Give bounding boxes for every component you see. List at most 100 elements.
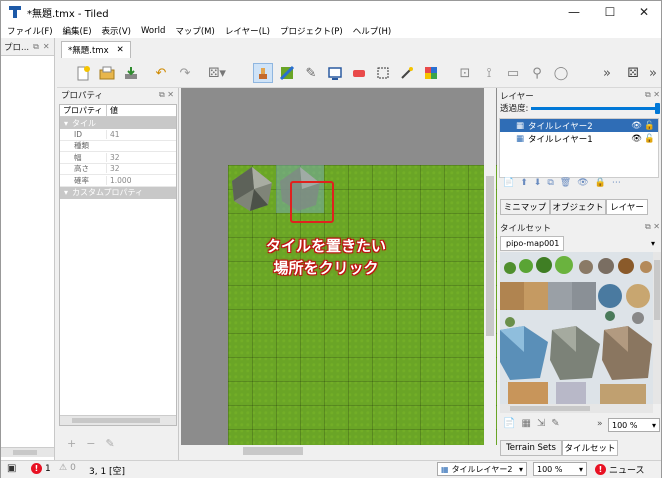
export-tileset-icon[interactable]: ⇲ <box>537 418 545 432</box>
canvas-vscroll[interactable] <box>484 88 496 445</box>
toolbar-overflow-icon-2[interactable]: » <box>643 63 662 83</box>
lock-layer-icon[interactable]: 🔒 <box>595 178 606 192</box>
news-button[interactable]: ! ニュース <box>595 463 645 476</box>
insert-point-icon[interactable]: ⚲ <box>527 63 547 83</box>
show-hide-icon[interactable]: 👁 <box>577 178 588 192</box>
scroll-thumb[interactable] <box>243 447 303 455</box>
add-property-icon[interactable]: + <box>67 437 76 450</box>
edit-tileset-icon[interactable]: ✎ <box>551 418 559 432</box>
layer-row[interactable]: ▦ タイルレイヤー1 👁 🔓 <box>500 132 658 146</box>
scroll-thumb[interactable] <box>486 176 494 336</box>
menu-world[interactable]: World <box>141 26 165 36</box>
float-icon[interactable]: ⧉ ✕ <box>159 90 174 100</box>
canvas-hscroll[interactable] <box>181 445 497 457</box>
terrain-brush-icon[interactable] <box>277 63 297 83</box>
tab-terrain-sets[interactable]: Terrain Sets <box>500 440 562 456</box>
new-tileset-icon[interactable]: 📄 <box>503 418 515 432</box>
delete-layer-icon[interactable]: 🗑 <box>560 178 571 192</box>
tab-tileset[interactable]: タイルセット <box>562 440 618 456</box>
prop-row-id[interactable]: ID 41 <box>60 129 176 141</box>
prop-row-height[interactable]: 高さ 32 <box>60 164 176 175</box>
prop-row-type[interactable]: 種類 <box>60 141 176 152</box>
insert-ellipse-icon[interactable]: ◯ <box>551 63 571 83</box>
save-icon[interactable] <box>121 63 141 83</box>
project-dock-hscroll[interactable] <box>1 447 54 457</box>
new-layer-icon[interactable]: 📄 <box>503 178 514 192</box>
tab-document[interactable]: *無題.tmx ✕ <box>61 41 131 58</box>
close-icon[interactable]: ✕ <box>43 42 50 51</box>
tile-map[interactable]: タイルを置きたい 場所をクリック <box>228 165 497 445</box>
magic-wand-icon[interactable] <box>397 63 417 83</box>
menu-layer[interactable]: レイヤー(L) <box>225 25 270 37</box>
embed-tileset-icon[interactable]: ▦ <box>521 418 530 432</box>
scroll-thumb[interactable] <box>72 418 160 423</box>
more-icon[interactable]: ⋯ <box>612 178 621 192</box>
rect-select-icon[interactable] <box>373 63 393 83</box>
tab-objects[interactable]: オブジェクト <box>550 199 606 215</box>
minimize-button[interactable]: — <box>557 1 591 23</box>
scroll-thumb[interactable] <box>654 260 660 320</box>
visibility-eye-icon[interactable]: 👁 <box>631 121 642 131</box>
rename-property-icon[interactable]: ✎ <box>105 437 114 450</box>
zoom-select[interactable]: 100 % ▾ <box>533 462 587 476</box>
float-icon[interactable]: ⧉ ✕ <box>645 222 660 234</box>
prop-value[interactable]: 32 <box>106 152 176 162</box>
open-file-icon[interactable] <box>97 63 117 83</box>
prop-row-probability[interactable]: 確率 1.000 <box>60 175 176 187</box>
scroll-thumb[interactable] <box>510 406 590 411</box>
edit-polygons-icon[interactable]: ⟟ <box>479 63 499 83</box>
group-tile[interactable]: ▾ タイル <box>60 117 176 129</box>
close-button[interactable]: ✕ <box>627 1 661 23</box>
bucket-fill-icon[interactable] <box>325 63 345 83</box>
tileset-vscroll[interactable] <box>653 252 661 404</box>
visibility-eye-icon[interactable]: 👁 <box>631 134 642 144</box>
wang-brush-icon[interactable]: ✎ <box>301 63 321 83</box>
menu-map[interactable]: マップ(M) <box>175 25 214 37</box>
tab-minimap[interactable]: ミニマップ <box>500 199 550 215</box>
redo-icon[interactable]: ↷ <box>175 63 195 83</box>
prop-value[interactable]: 32 <box>106 164 176 174</box>
scroll-thumb[interactable] <box>13 450 37 455</box>
raise-layer-icon[interactable]: ⬆ <box>520 178 528 192</box>
prop-value[interactable]: 1.000 <box>106 175 176 185</box>
collapse-icon[interactable]: ▾ <box>64 188 68 197</box>
select-same-tile-icon[interactable] <box>421 63 441 83</box>
tileset-overflow-icon[interactable]: » <box>597 419 603 429</box>
remove-property-icon[interactable]: − <box>86 437 95 450</box>
tileset-image[interactable] <box>500 252 653 404</box>
slider-handle[interactable] <box>655 102 660 114</box>
eraser-icon[interactable] <box>349 63 369 83</box>
lock-icon[interactable]: 🔓 <box>644 134 655 144</box>
tileset-view[interactable] <box>500 252 653 404</box>
toolbar-overflow-icon[interactable]: » <box>597 63 617 83</box>
insert-rect-icon[interactable]: ▭ <box>503 63 523 83</box>
menu-edit[interactable]: 編集(E) <box>63 25 92 37</box>
menu-file[interactable]: ファイル(F) <box>7 25 53 37</box>
prop-row-width[interactable]: 幅 32 <box>60 152 176 164</box>
new-file-icon[interactable] <box>73 63 93 83</box>
lock-icon[interactable]: 🔓 <box>644 121 655 131</box>
properties-hscroll[interactable] <box>60 415 176 425</box>
menu-help[interactable]: ヘルプ(H) <box>353 25 392 37</box>
collapse-icon[interactable]: ▾ <box>64 119 68 128</box>
menu-view[interactable]: 表示(V) <box>102 25 131 37</box>
layer-select[interactable]: ▦ タイルレイヤー2 ▾ <box>437 462 527 476</box>
float-icon[interactable]: ⧉ ✕ <box>645 90 660 102</box>
tab-layers[interactable]: レイヤー <box>606 199 648 215</box>
stamp-menu-icon[interactable]: ⚄▾ <box>207 63 227 83</box>
duplicate-layer-icon[interactable]: ⧉ <box>547 178 553 192</box>
tab-close-icon[interactable]: ✕ <box>117 45 124 55</box>
undo-icon[interactable]: ↶ <box>151 63 171 83</box>
random-mode-icon[interactable]: ⚄ <box>623 63 643 83</box>
console-icon[interactable]: ▣ <box>7 463 16 474</box>
tab-tileset-pipo-map001[interactable]: pipo-map001 <box>500 236 564 251</box>
float-icon[interactable]: ⧉ <box>33 42 39 52</box>
menu-project[interactable]: プロジェクト(P) <box>280 25 343 37</box>
map-canvas[interactable]: タイルを置きたい 場所をクリック <box>181 88 497 445</box>
lower-layer-icon[interactable]: ⬇ <box>534 178 542 192</box>
tileset-zoom-select[interactable]: 100 % ▾ <box>608 418 660 432</box>
opacity-slider[interactable] <box>531 102 660 114</box>
warning-indicator[interactable]: ⚠ 0 <box>59 463 76 473</box>
prop-value[interactable]: 41 <box>106 129 176 139</box>
tileset-menu-chevron-icon[interactable]: ▾ <box>647 236 659 251</box>
